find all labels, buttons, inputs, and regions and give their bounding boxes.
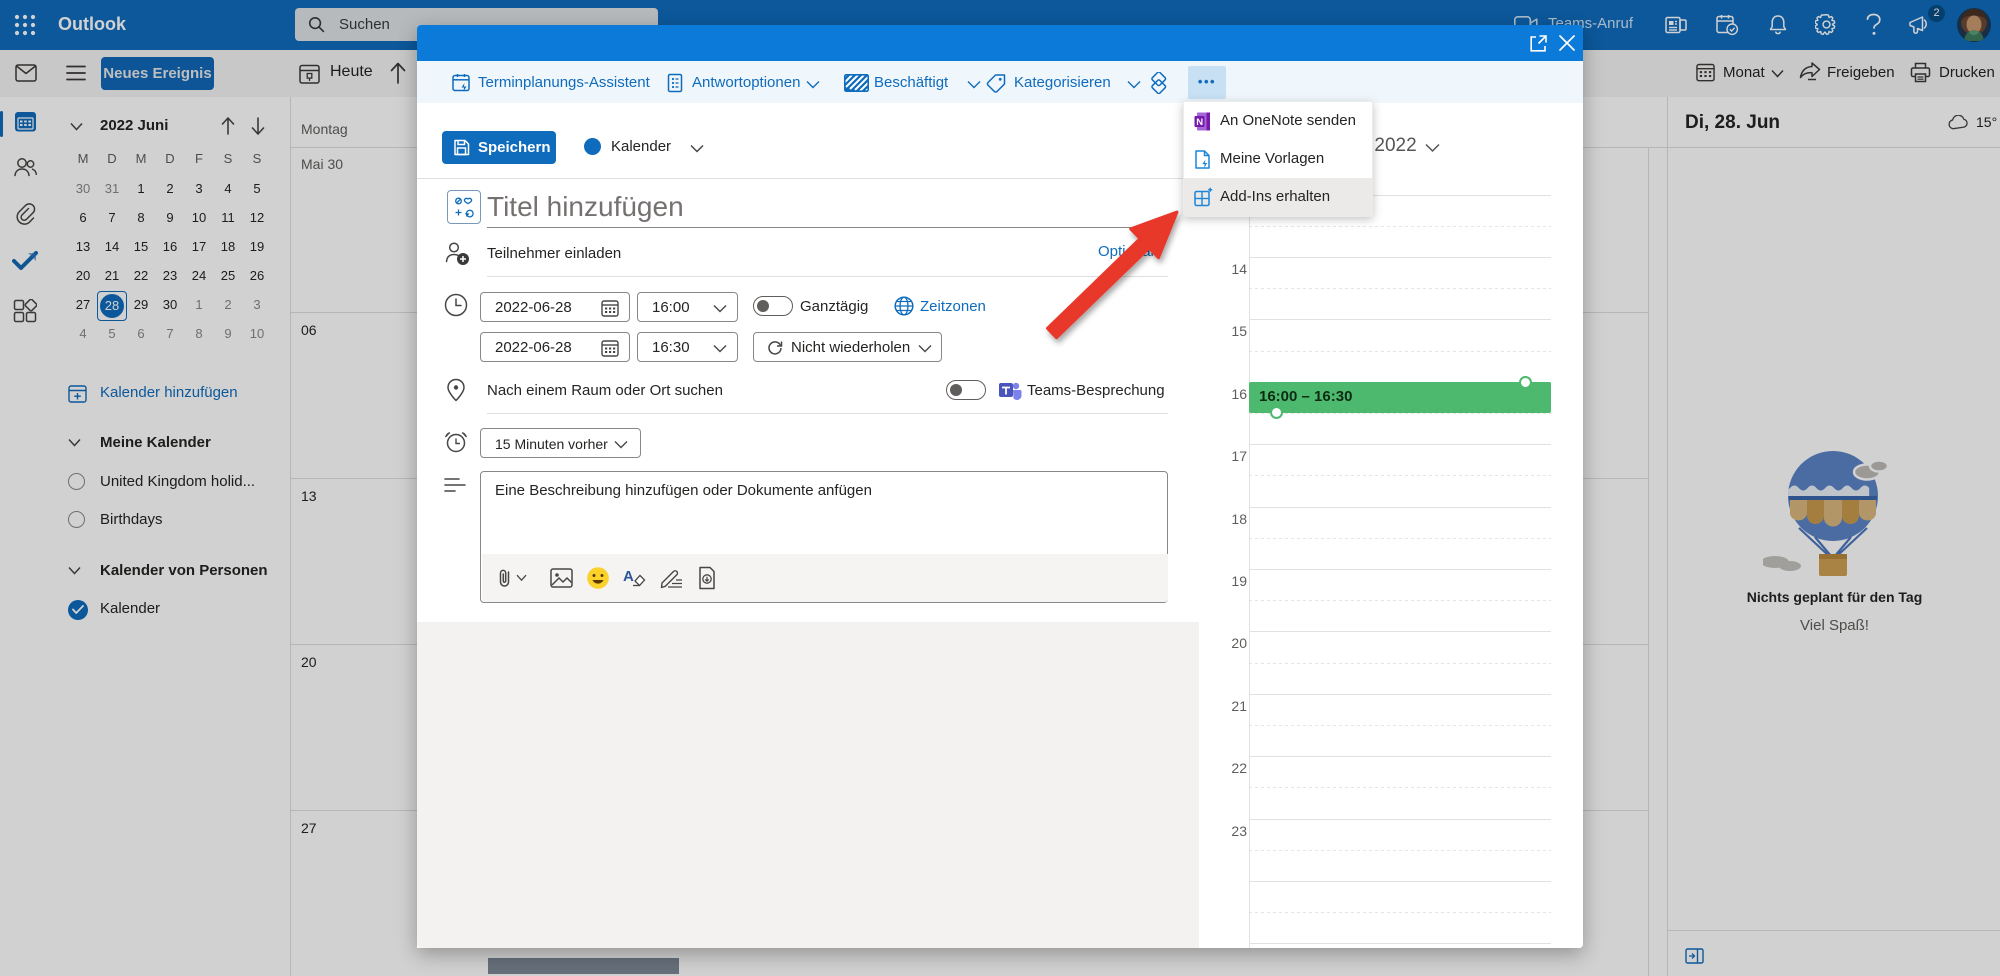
svg-text:N: N bbox=[1196, 117, 1203, 128]
svg-text:A: A bbox=[623, 568, 634, 585]
